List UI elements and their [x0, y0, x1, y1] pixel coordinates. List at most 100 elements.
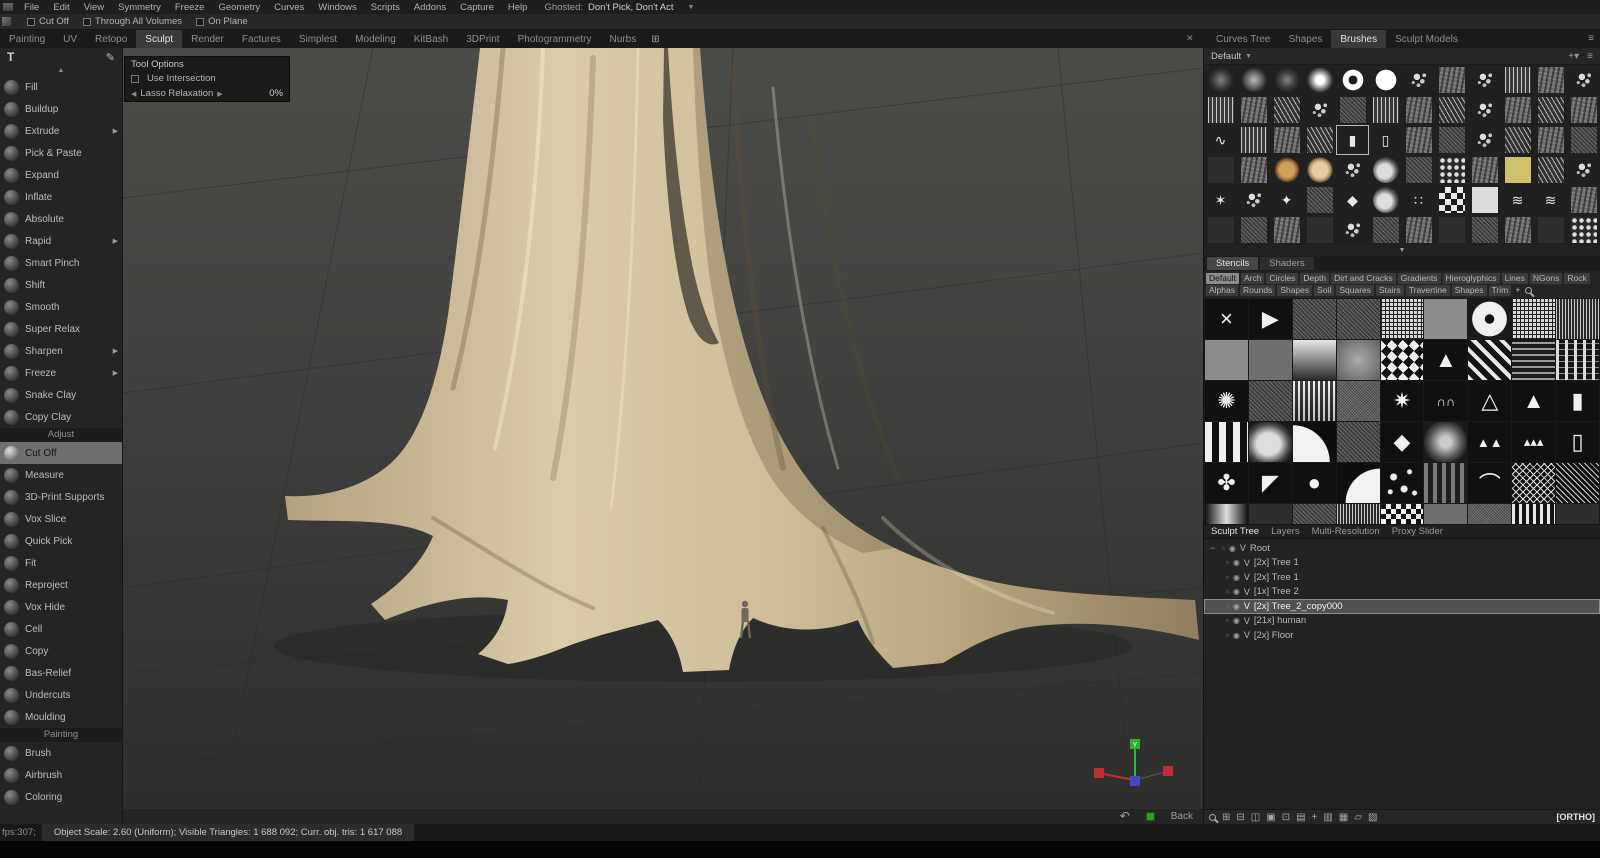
close-icon[interactable]: ✕ [1186, 33, 1194, 44]
tree-item-2x-floor[interactable]: ▫ ◉ V [2x] Floor [1204, 628, 1600, 643]
stencil-thumb[interactable]: ✤ [1205, 463, 1248, 503]
tool-fit[interactable]: Fit [0, 552, 122, 574]
brush-thumb[interactable]: ∷ [1402, 185, 1435, 215]
brush-thumb[interactable] [1303, 215, 1336, 245]
tool-super-relax[interactable]: Super Relax [0, 318, 122, 340]
sculpt-tree-tab-multi-resolution[interactable]: Multi-Resolution [1312, 526, 1380, 537]
brush-thumb[interactable] [1468, 215, 1501, 245]
tab-simplest[interactable]: Simplest [290, 30, 346, 48]
ghost-icon[interactable]: ▫ [1226, 573, 1229, 582]
ghost-icon[interactable]: ▫ [1226, 602, 1229, 611]
stencil-pattern-ringb[interactable] [1468, 299, 1512, 339]
stencil-thumb[interactable]: ▴▴▴ [1512, 422, 1556, 462]
tool-brush[interactable]: Brush [0, 742, 122, 764]
tab-photogrammetry[interactable]: Photogrammetry [509, 30, 601, 48]
scroll-down-icon[interactable]: ▼ [1204, 245, 1600, 256]
brush-thumb[interactable] [1534, 125, 1567, 155]
search-icon[interactable] [1524, 287, 1532, 294]
brush-thumb[interactable] [1237, 65, 1270, 95]
grid-minus-icon[interactable]: ⊟ [1236, 810, 1244, 825]
stencil-thumb[interactable]: △ [1468, 381, 1512, 421]
tool-sharpen[interactable]: Sharpen ▶ [0, 340, 122, 362]
ortho-mode-label[interactable]: [ORTHO] [1557, 812, 1596, 822]
menu-item-curves[interactable]: Curves [267, 2, 311, 13]
tool-expand[interactable]: Expand [0, 164, 122, 186]
stencil-tab-shaders[interactable]: Shaders [1260, 257, 1314, 270]
brush-thumb[interactable]: ∿ [1204, 125, 1237, 155]
brush-thumb[interactable] [1468, 95, 1501, 125]
stencil-thumb[interactable]: ✺ [1205, 381, 1248, 421]
brush-thumb[interactable] [1501, 65, 1534, 95]
eye-icon[interactable]: ◉ [1233, 573, 1240, 582]
checkbox-icon[interactable] [27, 17, 35, 26]
tab-render[interactable]: Render [182, 30, 233, 48]
stencil-thumb[interactable]: ∩∩ [1424, 381, 1468, 421]
stencil-pattern-noise[interactable] [1248, 381, 1292, 421]
tree-item-root[interactable]: − ▫ ◉ V Root [1204, 541, 1600, 556]
stencil-category-shapes[interactable]: Shapes [1277, 285, 1313, 296]
stencil-pattern-noise[interactable] [1292, 299, 1336, 339]
eye-icon[interactable]: ◉ [1233, 558, 1240, 567]
stencil-category-alphas[interactable]: Alphas [1206, 285, 1238, 296]
stencil-pattern-gray2[interactable] [1424, 504, 1468, 524]
brush-thumb[interactable] [1567, 215, 1600, 245]
stencil-thumb[interactable]: ▲ [1424, 340, 1468, 380]
ghosted-mode-dropdown[interactable]: Ghosted: Don't Pick, Don't Act [544, 2, 673, 13]
stencil-category-travertine[interactable]: Travertine [1405, 285, 1450, 296]
stencil-category-dirt-and-cracks[interactable]: Dirt and Cracks [1331, 273, 1396, 284]
stencil-category-arch[interactable]: Arch [1240, 273, 1265, 284]
decrement-icon[interactable]: ◀ [131, 90, 136, 98]
ghost-icon[interactable]: ▫ [1226, 558, 1229, 567]
tool-bas-relief[interactable]: Bas-Relief [0, 662, 122, 684]
checkbox-icon[interactable] [82, 17, 91, 26]
brush-thumb[interactable] [1237, 125, 1270, 155]
eye-icon[interactable]: ◉ [1233, 587, 1240, 596]
stencil-category-stairs[interactable]: Stairs [1376, 285, 1404, 296]
brush-preset-value[interactable]: Default [1211, 51, 1241, 62]
stencil-thumb[interactable]: ▯ [1556, 422, 1599, 462]
tool-copy-clay[interactable]: Copy Clay [0, 406, 122, 428]
stencil-pattern-blob2[interactable] [1248, 422, 1292, 462]
brush-thumb[interactable] [1402, 155, 1435, 185]
stencil-pattern-noisefine[interactable] [1336, 381, 1380, 421]
stencil-pattern-grad[interactable] [1292, 340, 1336, 380]
brush-thumb[interactable] [1336, 65, 1369, 95]
menu-item-windows[interactable]: Windows [311, 2, 364, 13]
stencil-pattern-gradband[interactable] [1205, 504, 1248, 524]
filled-box-icon[interactable]: ▣ [1266, 810, 1275, 825]
plus-icon[interactable]: + [1312, 810, 1318, 825]
brush-thumb[interactable] [1534, 65, 1567, 95]
stencil-pattern-fgrid[interactable] [1380, 299, 1424, 339]
brush-thumb[interactable] [1468, 125, 1501, 155]
brush-thumb[interactable] [1303, 185, 1336, 215]
stencil-pattern-check2[interactable] [1380, 504, 1424, 524]
stencil-thumb[interactable]: ⌒ [1468, 463, 1512, 503]
tool-freeze[interactable]: Freeze ▶ [0, 362, 122, 384]
panel-tab-curves-tree[interactable]: Curves Tree [1207, 30, 1279, 48]
panel-tab-sculpt-models[interactable]: Sculpt Models [1386, 30, 1467, 48]
brush-thumb[interactable] [1435, 185, 1468, 215]
brush-thumb[interactable]: ▮ [1336, 125, 1369, 155]
brush-thumb[interactable] [1567, 155, 1600, 185]
stencil-thumb[interactable]: ▮ [1556, 381, 1599, 421]
brush-thumb[interactable] [1534, 215, 1567, 245]
brush-thumb[interactable] [1468, 65, 1501, 95]
stencil-pattern-quarter[interactable] [1292, 422, 1336, 462]
viewport-3d[interactable]: Tool Options Use Intersection ◀ Lasso Re… [123, 48, 1203, 824]
panel-tab-shapes[interactable]: Shapes [1279, 30, 1331, 48]
brush-thumb[interactable] [1369, 215, 1402, 245]
eye-icon[interactable]: ◉ [1233, 631, 1240, 640]
brush-thumb[interactable] [1402, 95, 1435, 125]
tool-buildup[interactable]: Buildup [0, 98, 122, 120]
tab-kitbash[interactable]: KitBash [405, 30, 457, 48]
tool-moulding[interactable]: Moulding [0, 706, 122, 728]
stencil-pattern-crosshatch[interactable] [1512, 463, 1556, 503]
brush-thumb[interactable] [1270, 155, 1303, 185]
brush-thumb[interactable] [1237, 185, 1270, 215]
add-category-icon[interactable]: + [1513, 285, 1522, 296]
ghost-icon[interactable]: ▫ [1226, 587, 1229, 596]
add-preset-icon[interactable]: +▾ [1568, 51, 1579, 62]
ghost-icon[interactable]: ▫ [1226, 616, 1229, 625]
stencil-thumb[interactable]: ▲ [1512, 381, 1556, 421]
brush-thumb[interactable] [1270, 215, 1303, 245]
